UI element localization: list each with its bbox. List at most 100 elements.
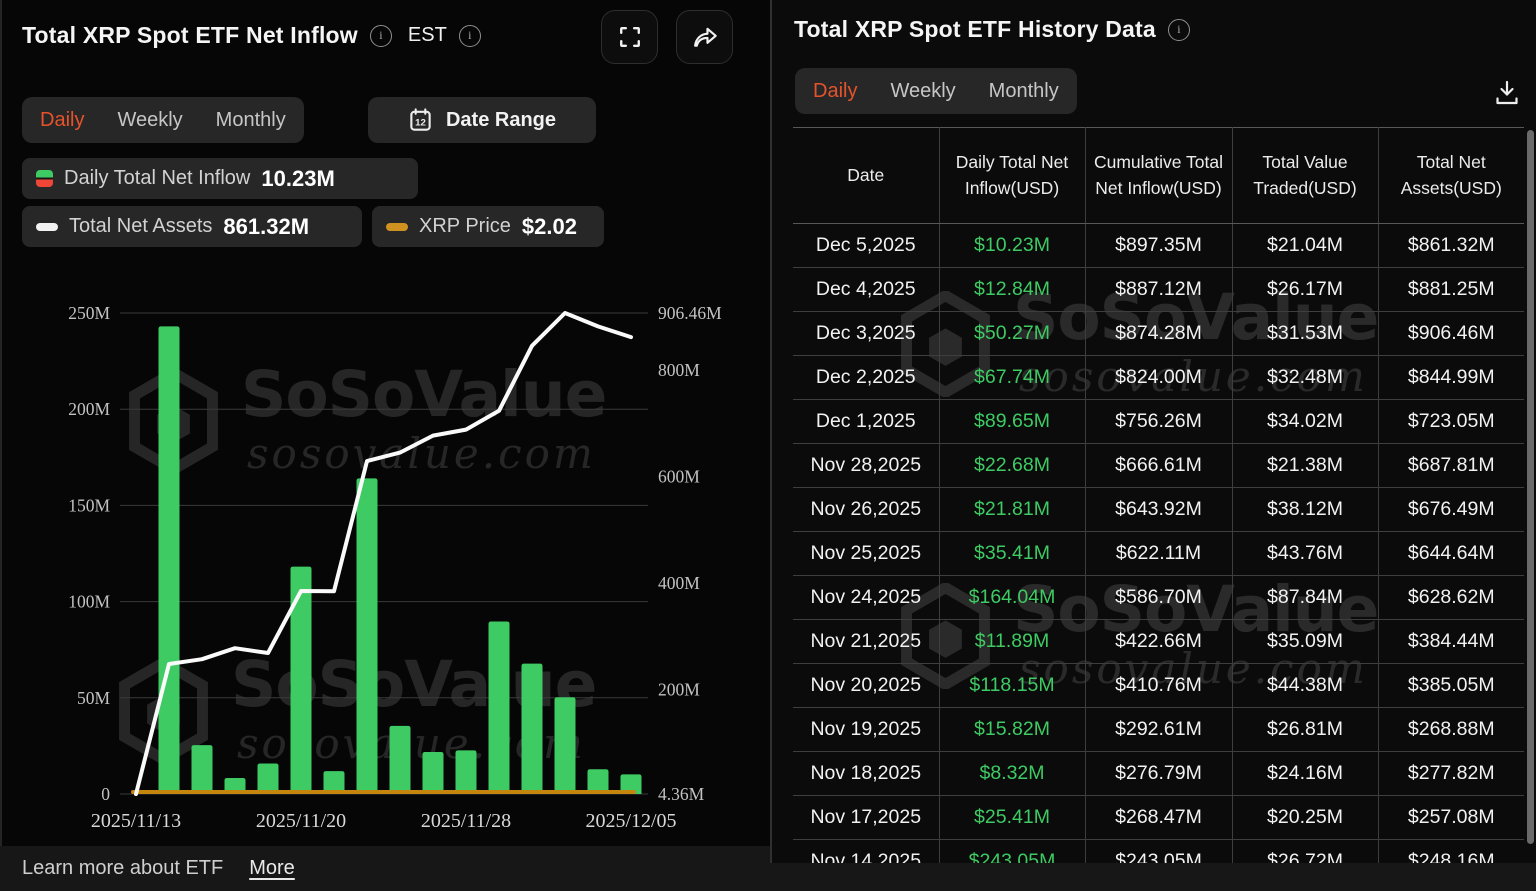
history-table: Date Daily Total Net Inflow(USD) Cumulat… <box>793 127 1524 863</box>
legend-value: 861.32M <box>223 214 309 240</box>
cell-value: $38.12M <box>1232 488 1378 532</box>
cell-value: $410.76M <box>1085 664 1232 708</box>
history-table-wrap: Date Daily Total Net Inflow(USD) Cumulat… <box>793 127 1524 863</box>
fullscreen-button[interactable] <box>601 10 658 64</box>
svg-text:2025/11/13: 2025/11/13 <box>91 810 181 832</box>
cell-value: $248.16M <box>1378 840 1524 864</box>
info-icon[interactable]: i <box>459 25 481 47</box>
chart-title: Total XRP Spot ETF Net Inflow <box>22 22 358 49</box>
cell-value: $21.04M <box>1232 224 1378 268</box>
cell-value: $164.04M <box>939 576 1085 620</box>
tab-weekly[interactable]: Weekly <box>117 109 182 132</box>
svg-text:12: 12 <box>415 117 426 128</box>
cell-value: $8.32M <box>939 752 1085 796</box>
share-icon <box>691 25 719 50</box>
cell-value: $628.62M <box>1378 576 1524 620</box>
table-row: Nov 17,2025$25.41M$268.47M$20.25M$257.08… <box>793 796 1524 840</box>
cell-value: $644.64M <box>1378 532 1524 576</box>
cell-value: $268.88M <box>1378 708 1524 752</box>
watermark-brand: SoSoValue <box>231 653 596 717</box>
tab-daily[interactable]: Daily <box>813 80 857 103</box>
legend-value: $2.02 <box>522 214 577 240</box>
cell-date: Nov 28,2025 <box>793 444 939 488</box>
table-row: Dec 1,2025$89.65M$756.26M$34.02M$723.05M <box>793 400 1524 444</box>
table-row: Dec 3,2025$50.27M$874.28M$31.53M$906.46M <box>793 312 1524 356</box>
cell-value: $844.99M <box>1378 356 1524 400</box>
legend-label: XRP Price <box>419 215 511 238</box>
col-daily-net-inflow: Daily Total Net Inflow(USD) <box>939 128 1085 224</box>
cell-value: $43.76M <box>1232 532 1378 576</box>
cell-value: $643.92M <box>1085 488 1232 532</box>
cell-value: $277.82M <box>1378 752 1524 796</box>
table-row: Dec 5,2025$10.23M$897.35M$21.04M$861.32M <box>793 224 1524 268</box>
chart-panel: SoSoValue sosovalue.com SoSoValue sosova… <box>0 0 770 846</box>
legend-daily-net-inflow[interactable]: Daily Total Net Inflow 10.23M <box>22 158 418 199</box>
amber-dash-icon <box>386 223 408 231</box>
col-cumulative-net-inflow: Cumulative Total Net Inflow(USD) <box>1085 128 1232 224</box>
cell-value: $687.81M <box>1378 444 1524 488</box>
cell-date: Nov 14,2025 <box>793 840 939 864</box>
tab-weekly[interactable]: Weekly <box>890 80 955 103</box>
etf-dashboard: Learn more about ETF More SoSoValue soso… <box>0 0 1536 891</box>
cell-value: $676.49M <box>1378 488 1524 532</box>
cell-date: Dec 3,2025 <box>793 312 939 356</box>
svg-text:200M: 200M <box>658 680 700 700</box>
date-range-button[interactable]: 12 Date Range <box>368 97 596 143</box>
cell-date: Dec 2,2025 <box>793 356 939 400</box>
tab-monthly[interactable]: Monthly <box>216 109 286 132</box>
info-icon[interactable]: i <box>370 25 392 47</box>
table-scrollbar[interactable] <box>1527 130 1534 844</box>
cell-value: $35.09M <box>1232 620 1378 664</box>
cell-value: $384.44M <box>1378 620 1524 664</box>
svg-text:400M: 400M <box>658 573 700 593</box>
table-row: Nov 28,2025$22.68M$666.61M$21.38M$687.81… <box>793 444 1524 488</box>
cell-value: $89.65M <box>939 400 1085 444</box>
svg-text:800M: 800M <box>658 360 700 380</box>
cell-value: $257.08M <box>1378 796 1524 840</box>
sosovalue-watermark: SoSoValue sosovalue.com <box>126 363 606 478</box>
cell-date: Nov 21,2025 <box>793 620 939 664</box>
table-row: Nov 26,2025$21.81M$643.92M$38.12M$676.49… <box>793 488 1524 532</box>
table-row: Nov 20,2025$118.15M$410.76M$44.38M$385.0… <box>793 664 1524 708</box>
cell-date: Nov 26,2025 <box>793 488 939 532</box>
panel-divider <box>770 0 772 863</box>
cell-value: $268.47M <box>1085 796 1232 840</box>
cell-value: $385.05M <box>1378 664 1524 708</box>
tab-daily[interactable]: Daily <box>40 109 84 132</box>
cell-date: Nov 25,2025 <box>793 532 939 576</box>
cell-value: $24.16M <box>1232 752 1378 796</box>
cell-date: Nov 24,2025 <box>793 576 939 620</box>
date-range-label: Date Range <box>446 109 556 132</box>
cell-value: $824.00M <box>1085 356 1232 400</box>
cell-value: $26.81M <box>1232 708 1378 752</box>
svg-text:2025/11/28: 2025/11/28 <box>421 810 511 832</box>
download-button[interactable] <box>1488 74 1526 112</box>
svg-text:200M: 200M <box>68 399 110 419</box>
legend-label: Total Net Assets <box>69 215 212 238</box>
cell-value: $118.15M <box>939 664 1085 708</box>
svg-text:600M: 600M <box>658 466 700 486</box>
table-period-tabs: Daily Weekly Monthly <box>795 68 1077 114</box>
cell-value: $906.46M <box>1378 312 1524 356</box>
tab-monthly[interactable]: Monthly <box>989 80 1059 103</box>
cell-date: Nov 17,2025 <box>793 796 939 840</box>
cell-value: $897.35M <box>1085 224 1232 268</box>
cell-value: $25.41M <box>939 796 1085 840</box>
cell-value: $861.32M <box>1378 224 1524 268</box>
cell-value: $21.81M <box>939 488 1085 532</box>
info-icon[interactable]: i <box>1168 19 1190 41</box>
table-row: Nov 25,2025$35.41M$622.11M$43.76M$644.64… <box>793 532 1524 576</box>
legend-value: 10.23M <box>261 166 334 192</box>
cell-value: $20.25M <box>1232 796 1378 840</box>
legend-total-net-assets[interactable]: Total Net Assets 861.32M <box>22 206 362 247</box>
footer-more-link[interactable]: More <box>249 857 295 880</box>
cell-value: $292.61M <box>1085 708 1232 752</box>
calendar-icon: 12 <box>408 107 433 134</box>
legend-xrp-price[interactable]: XRP Price $2.02 <box>372 206 604 247</box>
download-icon <box>1492 78 1522 108</box>
cell-value: $32.48M <box>1232 356 1378 400</box>
cell-date: Nov 18,2025 <box>793 752 939 796</box>
cell-value: $87.84M <box>1232 576 1378 620</box>
share-button[interactable] <box>676 10 733 64</box>
cell-date: Nov 19,2025 <box>793 708 939 752</box>
